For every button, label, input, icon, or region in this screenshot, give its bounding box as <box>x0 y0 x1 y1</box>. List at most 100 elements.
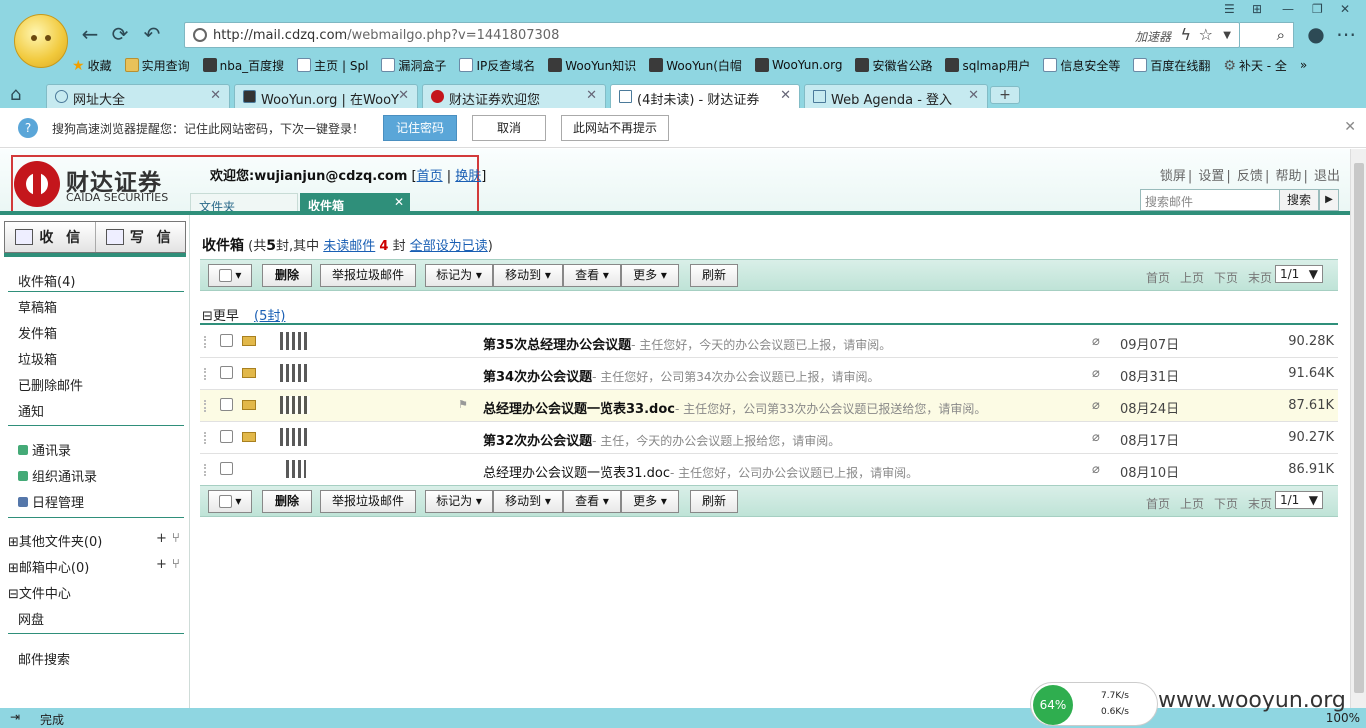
bookmark-item[interactable]: 漏洞盒子 <box>381 57 446 74</box>
home-icon[interactable]: ⌂ <box>10 84 21 105</box>
more-dropdown[interactable]: 更多 ▾ <box>621 490 679 513</box>
move-to-dropdown[interactable]: 移动到 ▾ <box>493 264 563 287</box>
bookmark-item[interactable]: nba_百度搜 <box>202 57 284 74</box>
account-icon[interactable]: ● <box>1304 22 1328 46</box>
remember-password-button[interactable]: 记住密码 <box>383 115 457 141</box>
home-link[interactable]: 首页 <box>417 169 443 184</box>
undo-icon[interactable]: ↶ <box>140 22 164 46</box>
sidebar-item-calendar[interactable]: 日程管理 <box>18 492 84 511</box>
expand-icon[interactable]: ⊞ <box>8 535 19 550</box>
bookmarks-overflow-icon[interactable]: » <box>1300 58 1307 72</box>
help-link[interactable]: 帮助 <box>1275 169 1301 184</box>
tab-caida[interactable]: 财达证券欢迎您 ✕ <box>422 84 606 108</box>
delete-button[interactable]: 删除 <box>262 490 312 513</box>
select-all-checkbox[interactable] <box>218 495 232 508</box>
sidebar-item-mail-search[interactable]: 邮件搜索 <box>18 649 70 668</box>
manage-folder-icon[interactable]: ⑂ <box>172 531 180 546</box>
sidebar-item-file-center[interactable]: ⊟文件中心 <box>8 583 71 602</box>
scrollbar-thumb[interactable] <box>1354 163 1364 693</box>
prev-page-link[interactable]: 上页 <box>1180 271 1204 285</box>
compose-button[interactable]: 写 信 <box>96 222 186 252</box>
add-folder-icon[interactable]: + <box>156 531 167 546</box>
mail-subject[interactable]: 总经理办公会议题一览表31.doc- 主任您好，公司办公会议题已上报，请审阅。 <box>483 462 918 481</box>
select-all-dropdown[interactable]: ▾ <box>208 264 252 287</box>
refresh-button[interactable]: 刷新 <box>690 264 738 287</box>
expand-icon[interactable]: ⊞ <box>8 561 19 576</box>
sidebar-item-drafts[interactable]: 草稿箱 <box>18 297 57 316</box>
logout-link[interactable]: 退出 <box>1314 169 1340 184</box>
last-page-link[interactable]: 末页 <box>1248 497 1272 511</box>
next-page-link[interactable]: 下页 <box>1214 271 1238 285</box>
delete-button[interactable]: 删除 <box>262 264 312 287</box>
bookmark-item[interactable]: 百度在线翻 <box>1133 57 1210 74</box>
mail-row[interactable]: 总经理办公会议题一览表31.doc- 主任您好，公司办公会议题已上报，请审阅。 … <box>200 454 1338 486</box>
vertical-scrollbar[interactable] <box>1350 149 1366 708</box>
bookmark-item[interactable]: 主页 | Spl <box>297 57 368 74</box>
mail-row[interactable]: ⚑ 总经理办公会议题一览表33.doc- 主任您好，公司第33次办公会议题已报送… <box>200 390 1338 422</box>
bookmark-item[interactable]: IP反查域名 <box>459 57 535 74</box>
search-icon[interactable]: ⌕ <box>1277 26 1285 44</box>
mail-subject[interactable]: 第34次办公会议题- 主任您好，公司第34次办公会议题已上报，请审阅。 <box>483 366 880 385</box>
refresh-icon[interactable]: ⟳ <box>108 22 132 46</box>
mark-all-read-link[interactable]: 全部设为已读 <box>410 239 488 254</box>
tab-wooyun[interactable]: WooYun.org | 在WooY ✕ <box>234 84 418 108</box>
sidebar-item-inbox[interactable]: 收件箱(4) <box>18 271 75 290</box>
lightning-icon[interactable]: ϟ <box>1180 25 1191 44</box>
mail-search-input[interactable]: 搜索邮件 <box>1140 189 1280 211</box>
close-icon[interactable]: ✕ <box>1340 2 1350 16</box>
sidebar-item-notice[interactable]: 通知 <box>18 401 44 420</box>
tab-folders[interactable]: 文件夹 <box>190 193 298 214</box>
never-prompt-button[interactable]: 此网站不再提示 <box>561 115 669 141</box>
group-count[interactable]: (5封) <box>254 305 285 324</box>
sidebar-toggle-icon[interactable]: ⇥ <box>10 710 20 724</box>
bookmark-item[interactable]: 实用查询 <box>124 57 190 74</box>
cancel-button[interactable]: 取消 <box>472 115 546 141</box>
bookmark-item[interactable]: WooYun(白帽 <box>649 57 742 74</box>
view-dropdown[interactable]: 查看 ▾ <box>563 490 621 513</box>
row-checkbox[interactable] <box>220 334 233 347</box>
bookmark-item[interactable]: ★ 收藏 <box>72 57 112 74</box>
bookmark-item[interactable]: WooYun知识 <box>548 57 636 74</box>
tab-web-agenda[interactable]: Web Agenda - 登入 ✕ <box>804 84 988 108</box>
receive-button[interactable]: 收 信 <box>5 222 96 252</box>
close-tab-icon[interactable]: ✕ <box>780 88 791 103</box>
prev-page-link[interactable]: 上页 <box>1180 497 1204 511</box>
mail-subject[interactable]: 第32次办公会议题- 主任，今天的办公会议题上报给您，请审阅。 <box>483 430 840 449</box>
next-page-link[interactable]: 下页 <box>1214 497 1238 511</box>
tab-inbox-active[interactable]: 收件箱 ✕ <box>300 193 410 213</box>
sidebar-item-trash[interactable]: 垃圾箱 <box>18 349 57 368</box>
lock-screen-link[interactable]: 锁屏 <box>1160 169 1186 184</box>
more-dropdown[interactable]: 更多 ▾ <box>621 264 679 287</box>
sidebar-item-other-folders[interactable]: ⊞其他文件夹(0) <box>8 531 102 550</box>
close-tab-icon[interactable]: ✕ <box>210 88 221 103</box>
tab-nav[interactable]: 网址大全 ✕ <box>46 84 230 108</box>
view-dropdown[interactable]: 查看 ▾ <box>563 264 621 287</box>
page-select[interactable]: 1/1 ▼ <box>1275 491 1323 509</box>
row-checkbox[interactable] <box>220 366 233 379</box>
back-icon[interactable]: ← <box>78 22 102 46</box>
manage-mailbox-icon[interactable]: ⑂ <box>172 557 180 572</box>
network-speed-widget[interactable]: 64% 7.7K/s 0.6K/s <box>1030 682 1158 726</box>
select-all-checkbox[interactable] <box>218 269 232 282</box>
bookmark-item[interactable]: ⚙ 补天 - 全 <box>1223 57 1287 74</box>
first-page-link[interactable]: 首页 <box>1146 271 1170 285</box>
star-icon[interactable]: ☆ <box>1199 25 1213 44</box>
move-to-dropdown[interactable]: 移动到 ▾ <box>493 490 563 513</box>
flag-icon[interactable]: ⚑ <box>458 398 468 411</box>
collapse-icon[interactable]: ⊟ <box>202 309 213 324</box>
skin-icon[interactable]: ⊞ <box>1252 2 1262 16</box>
bookmark-item[interactable]: sqlmap用户 <box>945 57 1030 74</box>
collapse-icon[interactable]: ⊟ <box>8 587 19 602</box>
report-spam-button[interactable]: 举报垃圾邮件 <box>320 264 416 287</box>
row-checkbox[interactable] <box>220 430 233 443</box>
first-page-link[interactable]: 首页 <box>1146 497 1170 511</box>
search-box[interactable]: ⌕ <box>1240 22 1294 48</box>
mail-row[interactable]: 第34次办公会议题- 主任您好，公司第34次办公会议题已上报，请审阅。 ⌀ 08月… <box>200 358 1338 390</box>
row-checkbox[interactable] <box>220 398 233 411</box>
search-button[interactable]: 搜索 <box>1279 189 1319 211</box>
skin-link[interactable]: 换肤 <box>455 169 481 184</box>
new-tab-button[interactable]: + <box>990 86 1020 104</box>
close-tab-icon[interactable]: ✕ <box>586 88 597 103</box>
close-icon[interactable]: ✕ <box>1344 119 1356 135</box>
zoom-level[interactable]: 100% <box>1326 711 1360 725</box>
